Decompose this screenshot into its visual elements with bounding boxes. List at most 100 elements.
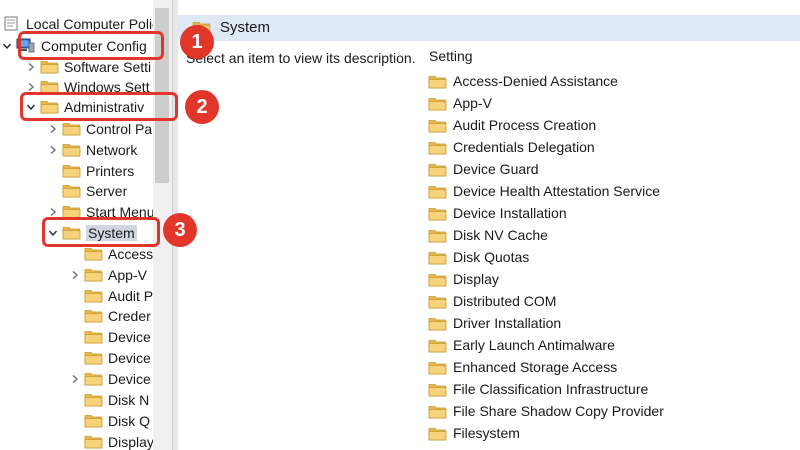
tree-node-system-child[interactable]: Audit P: [84, 285, 153, 306]
list-item-label: Disk Quotas: [453, 249, 530, 265]
list-item[interactable]: Access-Denied Assistance: [428, 70, 798, 92]
details-title: System: [220, 19, 271, 36]
description-text: Select an item to view its description.: [186, 50, 416, 66]
setting-column-header[interactable]: Setting: [429, 48, 473, 64]
list-item-label: Device Installation: [453, 205, 567, 221]
folder-icon: [84, 329, 103, 344]
folder-icon: [428, 360, 447, 375]
tree-network-label: Network: [86, 141, 138, 158]
list-item-label: File Share Shadow Copy Provider: [453, 403, 664, 419]
list-item-label: Distributed COM: [453, 293, 557, 309]
chevron-right-icon[interactable]: [68, 368, 82, 389]
folder-icon: [428, 228, 447, 243]
tree-node-server[interactable]: Server: [62, 180, 127, 201]
tree-node-system-child[interactable]: Device: [68, 368, 151, 389]
folder-icon: [428, 338, 447, 353]
list-item[interactable]: Display: [428, 268, 798, 290]
list-item[interactable]: Audit Process Creation: [428, 114, 798, 136]
tree-node-printers[interactable]: Printers: [62, 160, 134, 181]
folder-icon: [428, 74, 447, 89]
details-header: System: [178, 15, 800, 41]
folder-icon: [428, 96, 447, 111]
highlight-box-step-2: [20, 92, 178, 121]
tree-server-label: Server: [86, 182, 128, 199]
folder-icon: [40, 59, 59, 74]
tree-child-label: Audit P: [108, 287, 153, 304]
tree-child-label: Disk Q: [108, 412, 150, 429]
list-item[interactable]: App-V: [428, 92, 798, 114]
tree-node-network[interactable]: Network: [46, 139, 137, 160]
list-item[interactable]: Device Guard: [428, 158, 798, 180]
step-badge-2: 2: [185, 90, 219, 124]
folder-icon: [428, 294, 447, 309]
tree-printers-label: Printers: [86, 162, 135, 179]
folder-icon: [84, 413, 103, 428]
folder-icon: [428, 162, 447, 177]
tree-control-panel-label: Control Pa: [86, 120, 153, 137]
settings-list: Access-Denied Assistance App-V Audit Pro…: [428, 70, 798, 444]
folder-icon: [428, 382, 447, 397]
tree-node-system-child[interactable]: Display: [84, 431, 153, 450]
list-item[interactable]: File Classification Infrastructure: [428, 378, 798, 400]
list-item[interactable]: Credentials Delegation: [428, 136, 798, 158]
folder-icon: [428, 118, 447, 133]
list-item-label: Enhanced Storage Access: [453, 359, 618, 375]
tree-node-system-child[interactable]: Device: [84, 326, 151, 347]
list-item[interactable]: Enhanced Storage Access: [428, 356, 798, 378]
chevron-right-icon[interactable]: [46, 139, 60, 160]
folder-icon: [428, 206, 447, 221]
folder-icon: [84, 308, 103, 323]
list-item-label: Filesystem: [453, 425, 520, 441]
chevron-right-icon[interactable]: [46, 118, 60, 139]
folder-icon: [428, 404, 447, 419]
list-item[interactable]: Driver Installation: [428, 312, 798, 334]
list-item[interactable]: Disk Quotas: [428, 246, 798, 268]
folder-icon: [62, 142, 81, 157]
highlight-box-step-1: [18, 31, 164, 60]
folder-icon: [84, 267, 103, 282]
folder-icon: [428, 426, 447, 441]
list-item-label: Disk NV Cache: [453, 227, 548, 243]
list-item-label: App-V: [453, 95, 492, 111]
list-item[interactable]: Device Health Attestation Service: [428, 180, 798, 202]
folder-icon: [428, 250, 447, 265]
folder-icon: [428, 184, 447, 199]
tree-child-label: Device: [108, 370, 151, 387]
list-item-label: Early Launch Antimalware: [453, 337, 615, 353]
list-item-label: Device Health Attestation Service: [453, 183, 660, 199]
list-item[interactable]: Distributed COM: [428, 290, 798, 312]
chevron-right-icon[interactable]: [68, 264, 82, 285]
list-item-label: Credentials Delegation: [453, 139, 595, 155]
tree-child-label: Device: [108, 349, 151, 366]
step-badge-3: 3: [163, 213, 197, 247]
tree-software-settings-label: Software Setti: [64, 58, 152, 75]
tree-node-system-child[interactable]: App-V: [68, 264, 147, 285]
tree-child-label: Display: [108, 433, 153, 450]
step-badge-1: 1: [180, 25, 214, 59]
list-item-label: Driver Installation: [453, 315, 562, 331]
tree-child-label: App-V: [108, 266, 147, 283]
list-item[interactable]: Device Installation: [428, 202, 798, 224]
tree-node-system-child[interactable]: Creder: [84, 305, 151, 326]
list-item[interactable]: Filesystem: [428, 422, 798, 444]
list-item[interactable]: Disk NV Cache: [428, 224, 798, 246]
list-item-label: Device Guard: [453, 161, 539, 177]
list-item-label: Access-Denied Assistance: [453, 73, 618, 89]
folder-icon: [84, 246, 103, 261]
folder-icon: [84, 350, 103, 365]
folder-icon: [428, 140, 447, 155]
tree-node-system-child[interactable]: Disk N: [84, 389, 149, 410]
tree-node-system-child[interactable]: Device: [84, 347, 151, 368]
folder-icon: [62, 163, 81, 178]
chevron-down-icon[interactable]: [0, 35, 14, 56]
list-item-label: Audit Process Creation: [453, 117, 597, 133]
list-item[interactable]: File Share Shadow Copy Provider: [428, 400, 798, 422]
details-pane: System Select an item to view its descri…: [178, 0, 800, 450]
tree-child-label: Disk N: [108, 391, 150, 408]
tree-node-system-child[interactable]: Disk Q: [84, 410, 150, 431]
folder-icon: [62, 121, 81, 136]
tree-node-control-panel[interactable]: Control Pa: [46, 118, 152, 139]
list-item[interactable]: Early Launch Antimalware: [428, 334, 798, 356]
list-item-label: Display: [453, 271, 499, 287]
tree-child-label: Device: [108, 328, 151, 345]
